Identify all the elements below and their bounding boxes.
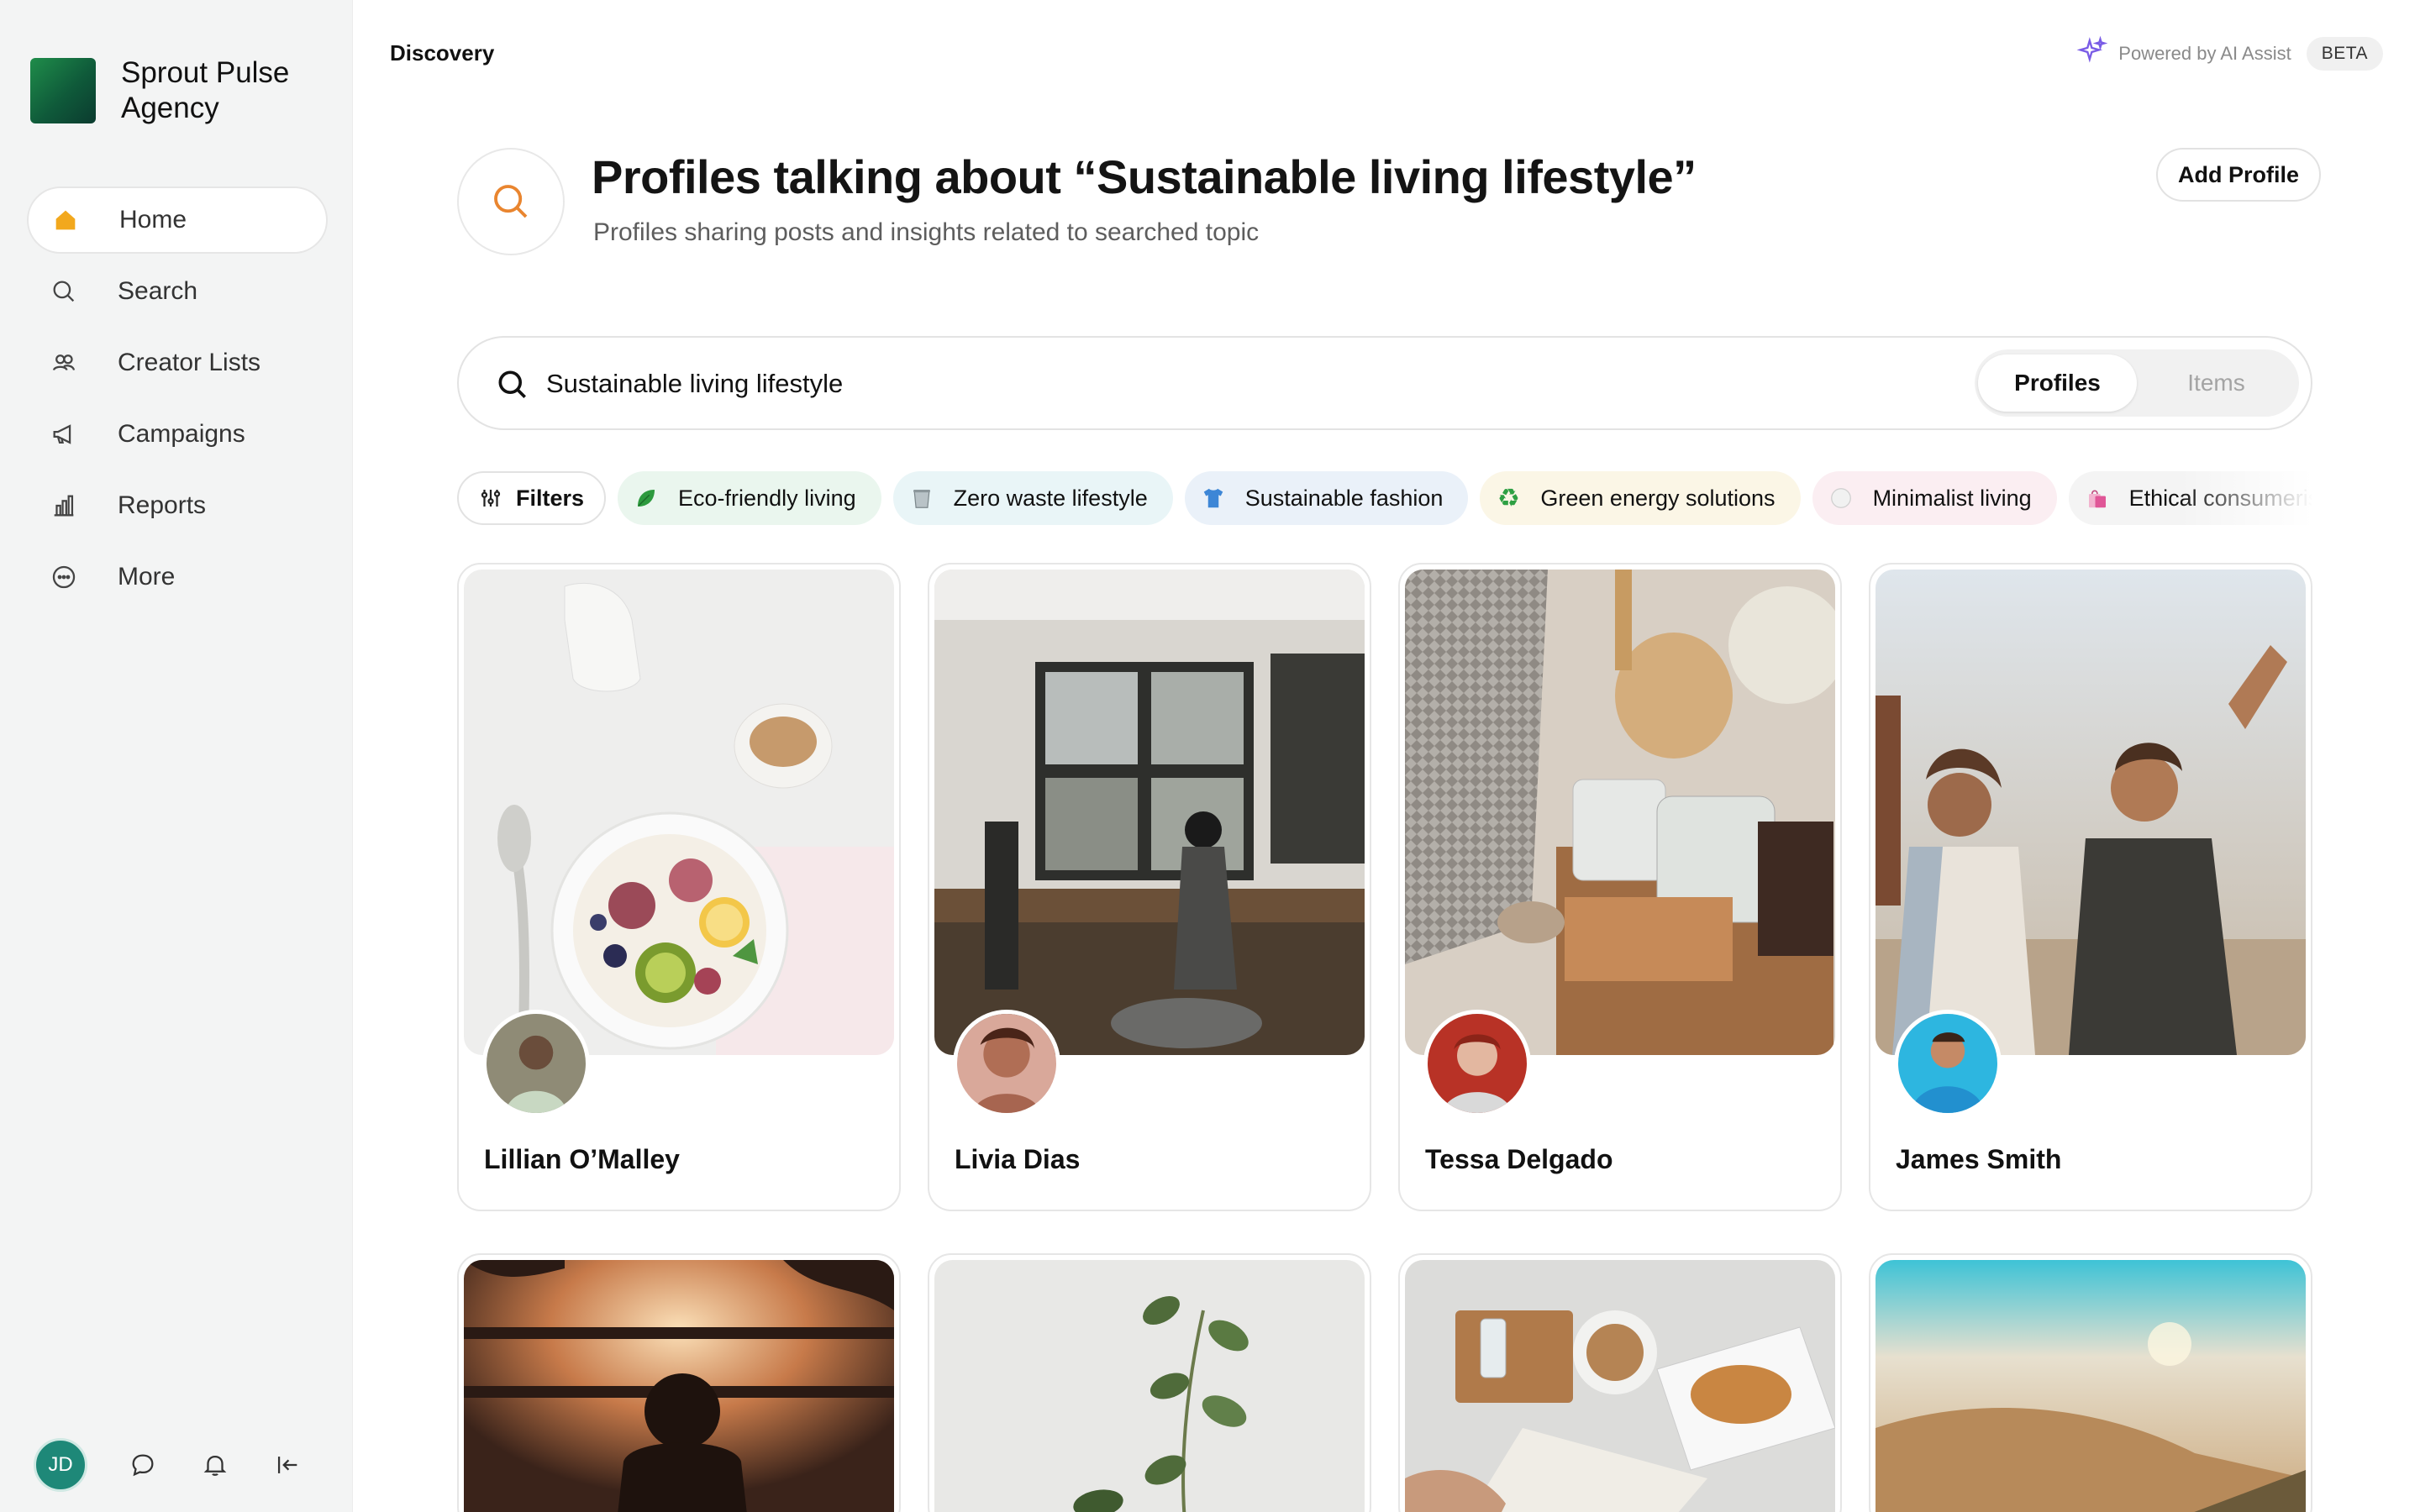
filters-button[interactable]: Filters bbox=[457, 471, 607, 525]
profile-name: James Smith bbox=[1896, 1144, 2062, 1174]
users-icon bbox=[47, 346, 81, 380]
profile-card[interactable] bbox=[928, 1253, 1371, 1512]
shopping-bags-icon bbox=[2084, 485, 2111, 512]
chip-minimalist-living[interactable]: Minimalist living bbox=[1812, 471, 2057, 525]
sidebar-nav: Home Search Creator Lists Campaigns Repo… bbox=[27, 186, 328, 615]
sidebar-item-label: Search bbox=[118, 277, 198, 305]
bar-chart-icon bbox=[47, 489, 81, 522]
profile-cover-image bbox=[464, 570, 894, 1055]
profile-card[interactable] bbox=[1869, 1253, 2312, 1512]
profile-cover-image bbox=[1405, 570, 1835, 1055]
sidebar-item-campaigns[interactable]: Campaigns bbox=[27, 401, 328, 468]
profile-name: Tessa Delgado bbox=[1425, 1144, 1613, 1174]
profile-cover-image bbox=[1876, 1260, 2306, 1512]
bell-icon[interactable] bbox=[198, 1448, 232, 1482]
profile-card[interactable]: Tessa Delgado bbox=[1398, 563, 1842, 1211]
chip-label: Zero waste lifestyle bbox=[953, 485, 1148, 511]
profile-cover-image bbox=[1405, 1260, 1835, 1512]
ai-assist-badge: Powered by AI Assist BETA bbox=[2076, 35, 2383, 71]
white-circle-icon bbox=[1828, 485, 1854, 512]
page-subtitle: Profiles sharing posts and insights rela… bbox=[593, 218, 1260, 246]
chip-green-energy-solutions[interactable]: ♻ Green energy solutions bbox=[1480, 471, 1801, 525]
profile-avatar bbox=[482, 1010, 590, 1117]
profile-card[interactable]: Livia Dias bbox=[928, 563, 1371, 1211]
profile-avatar bbox=[1423, 1010, 1531, 1117]
chip-sustainable-fashion[interactable]: Sustainable fashion bbox=[1184, 471, 1469, 525]
header-search-icon bbox=[457, 148, 565, 255]
profile-avatar bbox=[953, 1010, 1060, 1117]
page-title: Profiles talking about “Sustainable livi… bbox=[592, 150, 1697, 203]
add-profile-button[interactable]: Add Profile bbox=[2156, 148, 2322, 202]
ai-assist-text: Powered by AI Assist bbox=[2118, 42, 2291, 64]
sidebar-item-label: Campaigns bbox=[118, 420, 245, 448]
search-icon bbox=[47, 275, 81, 308]
chat-icon[interactable] bbox=[126, 1448, 160, 1482]
chips-fade-overlay bbox=[2178, 469, 2312, 528]
profile-cover-image bbox=[934, 1260, 1365, 1512]
chip-zero-waste-lifestyle[interactable]: Zero waste lifestyle bbox=[892, 471, 1173, 525]
tab-profiles[interactable]: Profiles bbox=[1978, 354, 2137, 412]
sidebar: Sprout Pulse Agency Home Search Creator … bbox=[0, 0, 353, 1512]
profile-cover-image bbox=[934, 570, 1365, 1055]
profile-card[interactable] bbox=[457, 1253, 901, 1512]
breadcrumb: Discovery bbox=[390, 40, 495, 66]
chip-label: Sustainable fashion bbox=[1244, 485, 1444, 511]
sidebar-item-home[interactable]: Home bbox=[27, 186, 328, 254]
profile-card[interactable]: James Smith bbox=[1869, 563, 2312, 1211]
recycle-icon: ♻ bbox=[1497, 484, 1520, 512]
leaf-icon bbox=[633, 485, 660, 512]
tshirt-icon bbox=[1200, 485, 1227, 512]
search-icon bbox=[494, 366, 531, 407]
sidebar-item-search[interactable]: Search bbox=[27, 258, 328, 325]
sidebar-item-creator-lists[interactable]: Creator Lists bbox=[27, 329, 328, 396]
profile-name: Livia Dias bbox=[955, 1144, 1081, 1174]
chip-label: Green energy solutions bbox=[1540, 485, 1776, 511]
chip-label: Minimalist living bbox=[1872, 485, 2032, 511]
sidebar-item-label: Home bbox=[119, 206, 187, 234]
sidebar-item-label: Reports bbox=[118, 491, 207, 519]
beta-badge: BETA bbox=[2306, 36, 2383, 71]
sidebar-item-label: Creator Lists bbox=[118, 349, 261, 376]
chip-eco-friendly-living[interactable]: Eco-friendly living bbox=[618, 471, 881, 525]
sidebar-item-label: More bbox=[118, 563, 176, 591]
search-input[interactable] bbox=[546, 363, 1555, 405]
profile-cover-image bbox=[464, 1260, 894, 1512]
collapse-sidebar-icon[interactable] bbox=[271, 1448, 304, 1482]
home-icon bbox=[49, 203, 82, 237]
sliders-icon bbox=[477, 485, 504, 512]
sidebar-footer: JD bbox=[34, 1438, 319, 1492]
topic-chips: Filters Eco-friendly living Zero waste l… bbox=[457, 469, 2312, 528]
sidebar-item-reports[interactable]: Reports bbox=[27, 472, 328, 539]
tab-items[interactable]: Items bbox=[2137, 354, 2296, 412]
brand-name: Sprout Pulse Agency bbox=[121, 56, 290, 124]
trash-can-icon bbox=[908, 485, 935, 512]
more-circle-icon bbox=[47, 560, 81, 594]
filters-label: Filters bbox=[516, 485, 585, 511]
profile-cover-image bbox=[1876, 570, 2306, 1055]
user-avatar[interactable]: JD bbox=[34, 1438, 87, 1492]
profile-card[interactable]: Lillian O’Malley bbox=[457, 563, 901, 1211]
brand[interactable]: Sprout Pulse Agency bbox=[30, 55, 323, 126]
sidebar-item-more[interactable]: More bbox=[27, 543, 328, 611]
brand-logo bbox=[30, 58, 96, 123]
profile-name: Lillian O’Malley bbox=[484, 1144, 680, 1174]
profile-card[interactable] bbox=[1398, 1253, 1842, 1512]
search-bar: Profiles Items bbox=[457, 336, 2312, 430]
sparkle-icon bbox=[2076, 35, 2108, 71]
megaphone-icon bbox=[47, 417, 81, 451]
profile-avatar bbox=[1894, 1010, 2002, 1117]
result-type-toggle: Profiles Items bbox=[1975, 349, 2299, 417]
chip-label: Eco-friendly living bbox=[678, 485, 856, 511]
